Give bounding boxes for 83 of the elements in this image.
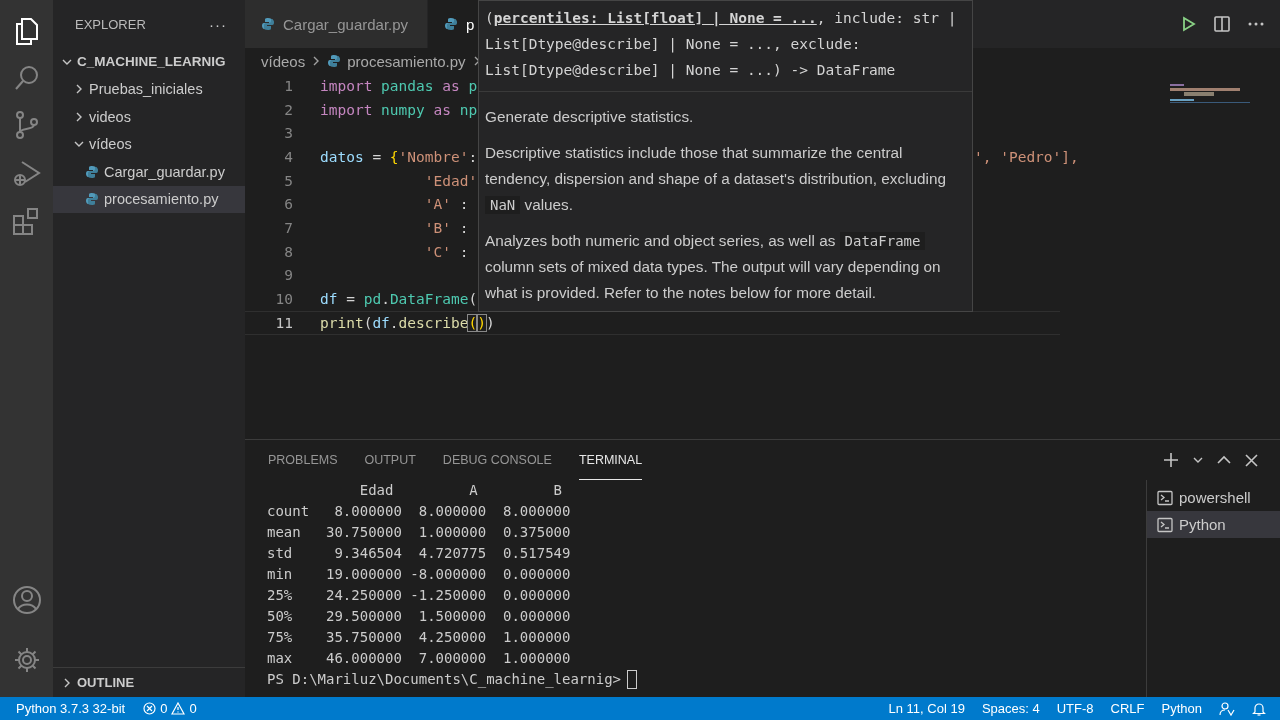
- line-number: 10: [274, 291, 293, 308]
- code-text: datos = {'Nombre':: [320, 148, 478, 165]
- terminal-output-line: 50% 29.500000 1.500000 0.000000: [267, 607, 572, 626]
- feedback-icon[interactable]: [1219, 700, 1235, 717]
- tree-item[interactable]: procesamiento.py: [53, 185, 245, 213]
- run-icon[interactable]: [1182, 16, 1196, 32]
- tree-item[interactable]: Cargar_guardar.py: [53, 158, 245, 186]
- minimap-drawing[interactable]: [1170, 82, 1250, 106]
- terminal-list-item[interactable]: Python: [1147, 511, 1280, 538]
- status-item[interactable]: Python: [1161, 701, 1202, 716]
- python-file-icon: [444, 17, 458, 31]
- line-number: 2: [283, 101, 293, 118]
- terminal-output-line: 75% 35.750000 4.250000 1.000000: [267, 628, 572, 647]
- chevron-down-icon[interactable]: [1193, 456, 1203, 464]
- problems-status[interactable]: 0 0: [143, 701, 197, 716]
- status-item[interactable]: CRLF: [1110, 701, 1145, 716]
- notifications-icon[interactable]: [1252, 700, 1266, 717]
- terminal-output-line: 25% 24.250000 -1.250000 0.000000: [267, 586, 572, 605]
- terminal-output-line: max 46.000000 7.000000 1.000000: [267, 649, 572, 668]
- terminal-icon: [1157, 489, 1173, 506]
- terminal-prompt: PS D:\Mariluz\Documents\C_machine_learnig>: [267, 670, 621, 690]
- status-item[interactable]: Spaces: 4: [981, 701, 1040, 716]
- tree-item[interactable]: vídeos: [53, 130, 245, 158]
- close-icon[interactable]: [1245, 453, 1258, 467]
- more-actions-button[interactable]: ···: [209, 15, 227, 33]
- error-icon: [143, 702, 157, 715]
- python-file-icon: [85, 192, 99, 207]
- code-text: print(df.describe()): [320, 314, 495, 331]
- code-text: import pandas as p: [320, 77, 478, 94]
- tree-item[interactable]: videos: [53, 103, 245, 131]
- code-text: 'C' :: [424, 243, 469, 260]
- line-number: 9: [283, 267, 293, 284]
- code-text: ', 'Pedro'],: [974, 148, 1079, 165]
- code-text: df = pd.DataFrame(: [320, 291, 478, 308]
- doc-paragraph: Descriptive statistics include those that summarize the central tendency, dispersion and shape of a dataset's distribution, excluding NaN values.: [485, 143, 947, 216]
- panel-tab[interactable]: TERMINAL: [578, 440, 643, 480]
- code-text: 'A' :: [424, 196, 469, 213]
- source-control-icon[interactable]: [13, 110, 40, 140]
- function-signature: (percentiles: List[float] | None = ..., include: str | List[Dtype@describe] | None = ..., exclude: List[Dtype@describe] | None = ...) -> DataFrame: [479, 1, 972, 92]
- chevron-up-icon[interactable]: [1217, 455, 1231, 465]
- line-number: 8: [283, 243, 293, 260]
- terminal-list-item[interactable]: powershell: [1147, 484, 1280, 511]
- line-number: 3: [283, 125, 293, 142]
- python-file-icon: [261, 17, 275, 31]
- editor-tab[interactable]: Cargar_guardar.py: [245, 0, 427, 48]
- run-debug-icon[interactable]: [11, 158, 42, 188]
- line-number: 1: [283, 77, 293, 94]
- more-icon[interactable]: [1248, 22, 1264, 26]
- line-number: 5: [283, 172, 293, 189]
- python-file-icon: [327, 54, 342, 68]
- line-number: 7: [283, 219, 293, 236]
- terminal-output-line: count 8.000000 8.000000 8.000000: [267, 502, 572, 521]
- breadcrumb-item[interactable]: vídeos: [261, 52, 306, 70]
- terminal-cursor: [627, 670, 637, 689]
- line-number: 11: [274, 314, 293, 331]
- interpreter-status[interactable]: Python 3.7.3 32-bit: [16, 701, 126, 716]
- terminal-output-line: Edad A B: [358, 481, 563, 500]
- tree-item[interactable]: C_MACHINE_LEARNIG: [53, 48, 245, 76]
- doc-paragraph: Generate descriptive statistics.: [485, 107, 695, 127]
- doc-paragraph: Analyzes both numeric and object series, as well as DataFrame column sets of mixed data types. The output will vary depending on what is provided. Refer to the notes below for more detail.: [485, 231, 942, 303]
- explorer-title: EXPLORER: [75, 16, 146, 32]
- terminal-icon: [1157, 516, 1173, 533]
- terminal-output-line: std 9.346504 4.720775 0.517549: [267, 544, 572, 563]
- search-icon[interactable]: [12, 64, 41, 92]
- python-file-icon: [85, 164, 99, 179]
- code-text: 'Edad': [424, 172, 478, 189]
- line-number: 4: [283, 148, 293, 165]
- tree-item[interactable]: Pruebas_iniciales: [53, 75, 245, 103]
- account-icon[interactable]: [11, 585, 42, 615]
- add-terminal-icon[interactable]: [1163, 452, 1179, 468]
- line-number: 6: [283, 196, 293, 213]
- panel-tab[interactable]: DEBUG CONSOLE: [442, 440, 552, 480]
- terminal-output-line: min 19.000000 -8.000000 0.000000: [267, 565, 572, 584]
- panel-tab[interactable]: PROBLEMS: [268, 440, 338, 480]
- terminal-output-line: mean 30.750000 1.000000 0.375000: [267, 523, 572, 542]
- split-editor-icon[interactable]: [1214, 16, 1230, 32]
- status-item[interactable]: UTF-8: [1056, 701, 1094, 716]
- code-text: import numpy as np: [320, 101, 478, 118]
- breadcrumb-item[interactable]: procesamiento.py: [347, 52, 466, 70]
- code-text: 'B' :: [424, 219, 469, 236]
- status-item[interactable]: Ln 11, Col 19: [888, 701, 965, 716]
- warning-icon: [171, 702, 186, 715]
- panel-tab[interactable]: OUTPUT: [364, 440, 416, 480]
